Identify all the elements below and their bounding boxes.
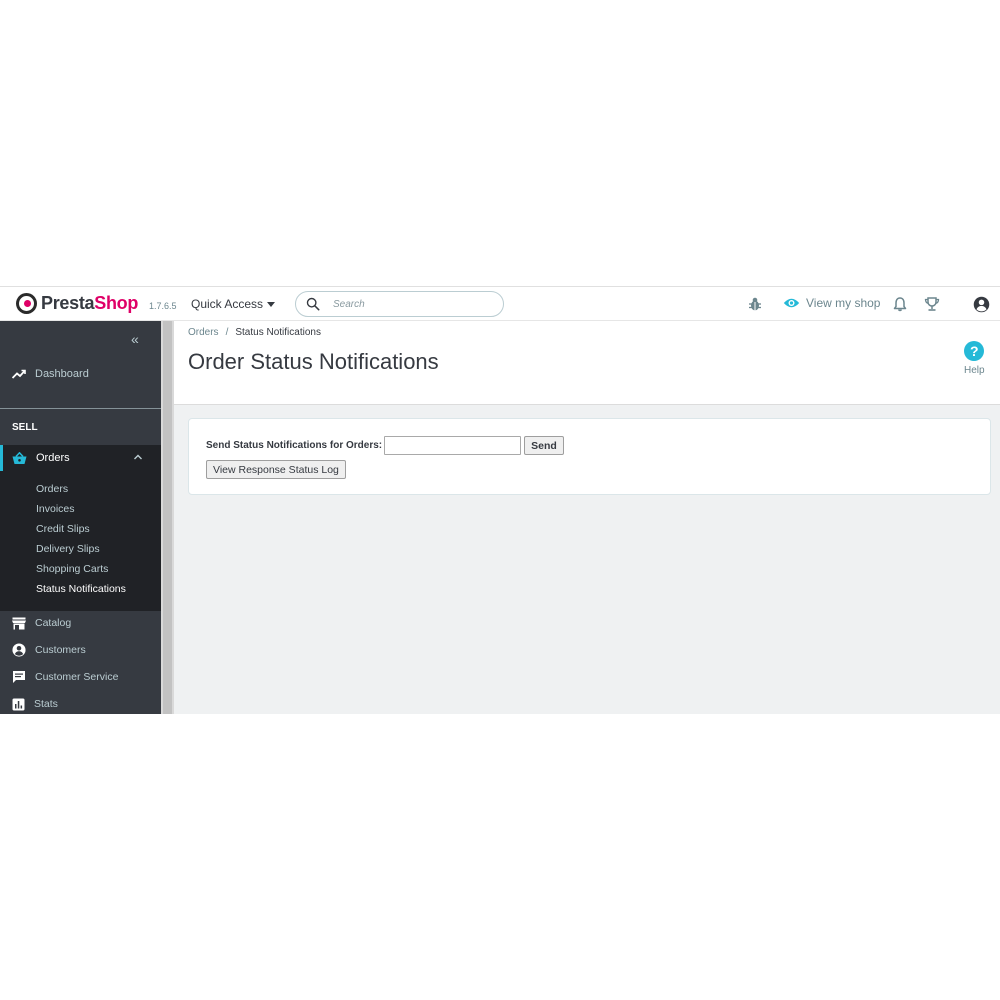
search-input[interactable] (333, 296, 493, 312)
main-content: Send Status Notifications for Orders: Se… (174, 405, 1000, 714)
help-button[interactable]: ? Help (964, 341, 985, 376)
help-label: Help (964, 365, 985, 376)
send-notification-form: Send Status Notifications for Orders: Se… (206, 436, 564, 455)
sidebar-scrollbar-thumb[interactable] (163, 321, 172, 714)
status-notification-panel: Send Status Notifications for Orders: Se… (188, 418, 991, 495)
bar-chart-icon (12, 698, 25, 710)
trending-up-icon (12, 369, 26, 379)
breadcrumb-separator: / (225, 327, 229, 338)
search-icon (306, 297, 320, 311)
view-my-shop-label: View my shop (806, 296, 881, 310)
sidebar-divider (0, 408, 161, 409)
order-ids-input[interactable] (384, 436, 522, 455)
sidebar-item-customer-service[interactable]: Customer Service (0, 665, 161, 689)
chevron-up-icon (134, 454, 142, 460)
user-account-icon[interactable] (973, 296, 990, 313)
shopping-basket-icon (12, 451, 27, 464)
caret-down-icon (267, 301, 276, 307)
sidebar-item-label: Orders (36, 452, 70, 464)
send-button[interactable]: Send (524, 436, 564, 455)
top-header: PrestaShop 1.7.6.5 Quick Access Search V… (0, 287, 1000, 321)
sidebar-section-title: SELL (12, 422, 38, 433)
logo-text: PrestaShop (41, 293, 138, 314)
prestashop-admin: PrestaShop 1.7.6.5 Quick Access Search V… (0, 286, 1000, 714)
store-icon (12, 617, 26, 629)
breadcrumb-parent[interactable]: Orders (188, 327, 219, 338)
sidebar-item-orders[interactable]: Orders (0, 445, 161, 471)
breadcrumb-current: Status Notifications (235, 327, 321, 338)
chat-icon (13, 671, 25, 683)
account-circle-icon (12, 643, 26, 657)
logo-text-shop: Shop (94, 293, 139, 313)
breadcrumb: Orders / Status Notifications (188, 327, 321, 338)
trophy-icon[interactable] (924, 296, 940, 312)
sidebar: « Dashboard SELL Orders Orders Invoices … (0, 321, 161, 714)
sidebar-item-label: Customers (35, 644, 86, 656)
order-input-label: Send Status Notifications for Orders: (206, 440, 383, 451)
page-header: Orders / Status Notifications Order Status… (174, 321, 1000, 405)
sidebar-subitem-credit-slips[interactable]: Credit Slips (36, 523, 90, 535)
sidebar-item-label: Catalog (35, 617, 72, 629)
sidebar-subitem-invoices[interactable]: Invoices (36, 503, 75, 515)
logo-mark-icon (16, 293, 37, 314)
page-title: Order Status Notifications (188, 349, 439, 374)
sidebar-subitem-orders[interactable]: Orders (36, 483, 68, 495)
orders-menu-group: Orders Orders Invoices Credit Slips Deli… (0, 445, 161, 611)
help-icon: ? (964, 341, 985, 361)
view-my-shop-link[interactable]: View my shop (783, 296, 880, 310)
sidebar-item-label: Customer Service (35, 671, 119, 683)
sidebar-item-dashboard[interactable]: Dashboard (0, 357, 161, 391)
logo-text-presta: Presta (41, 293, 95, 313)
bell-icon[interactable] (892, 296, 908, 312)
collapse-sidebar-icon[interactable]: « (131, 331, 139, 347)
sidebar-item-stats[interactable]: Stats (0, 692, 161, 714)
quick-access-label: Quick Access (191, 297, 264, 311)
sidebar-subitem-status-notifications[interactable]: Status Notifications (36, 583, 126, 595)
prestashop-logo[interactable]: PrestaShop (16, 293, 138, 314)
bug-icon[interactable] (747, 296, 763, 312)
sidebar-item-label: Dashboard (35, 368, 89, 380)
search-box[interactable] (295, 291, 504, 317)
view-response-status-log-button[interactable]: View Response Status Log (206, 460, 346, 479)
sidebar-item-customers[interactable]: Customers (0, 638, 161, 662)
sidebar-subitem-shopping-carts[interactable]: Shopping Carts (36, 563, 108, 575)
sidebar-subitem-delivery-slips[interactable]: Delivery Slips (36, 543, 100, 555)
sidebar-item-catalog[interactable]: Catalog (0, 611, 161, 635)
sidebar-item-label: Stats (34, 698, 58, 710)
version-label: 1.7.6.5 (149, 301, 177, 311)
eye-icon (783, 298, 800, 308)
quick-access-dropdown[interactable]: Quick Access (191, 297, 276, 311)
